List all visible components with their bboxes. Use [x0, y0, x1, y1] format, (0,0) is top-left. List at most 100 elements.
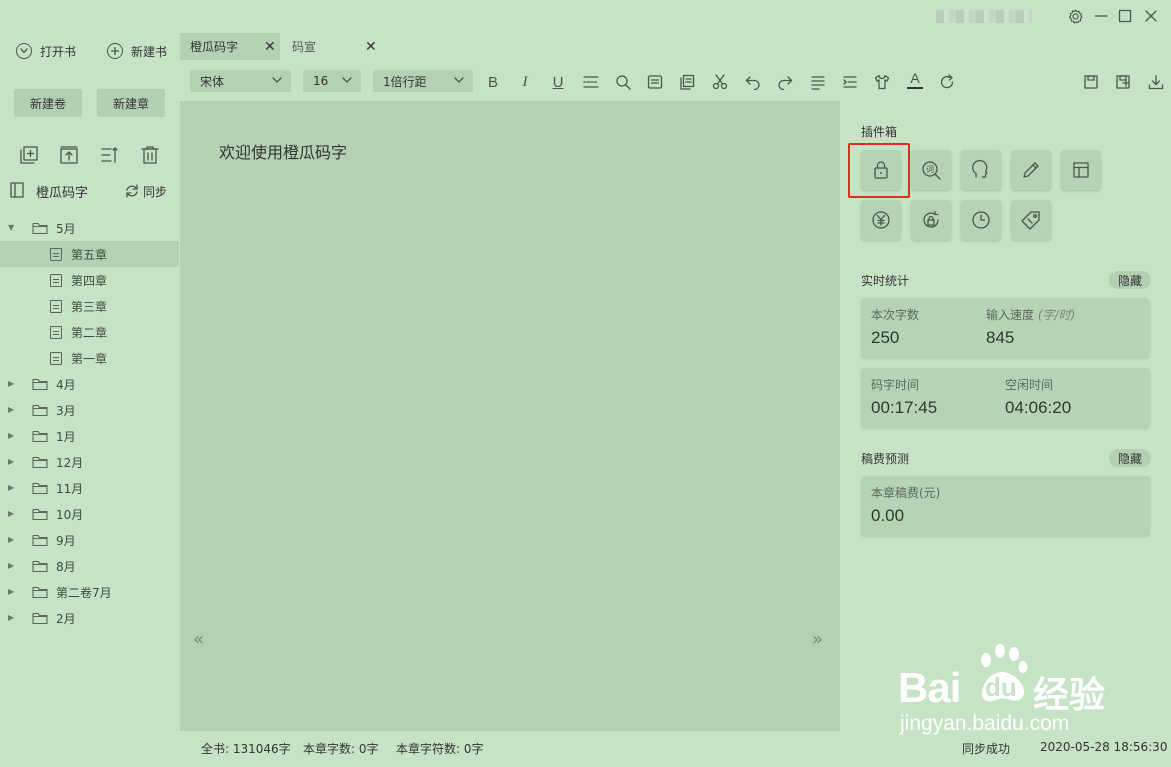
close-icon[interactable] — [1141, 6, 1161, 26]
copy-icon[interactable] — [678, 73, 696, 91]
tree-folder[interactable]: ▶ 11月 — [0, 475, 179, 501]
editor-area[interactable]: 欢迎使用橙瓜码字 « » — [180, 101, 840, 731]
clock-plugin-button[interactable] — [961, 200, 1001, 240]
tree-folder[interactable]: ▶ 10月 — [0, 501, 179, 527]
document-icon — [50, 299, 62, 313]
plugin-box-title: 插件箱 — [861, 125, 898, 139]
settings-icon[interactable] — [1065, 6, 1085, 26]
note-icon[interactable] — [646, 73, 664, 91]
next-page-button[interactable]: » — [812, 629, 823, 650]
prev-page-button[interactable]: « — [193, 629, 204, 650]
pen-plugin-button[interactable] — [1011, 150, 1051, 190]
caret-right-icon[interactable]: ▶ — [8, 588, 16, 596]
trash-icon[interactable] — [140, 145, 160, 165]
chevron-down-icon — [16, 43, 32, 59]
save-icon[interactable] — [1082, 73, 1100, 91]
sync-status: 同步成功 — [962, 742, 1011, 756]
strikethrough-icon[interactable] — [582, 73, 600, 91]
minimize-icon[interactable] — [1091, 6, 1111, 26]
caret-right-icon[interactable]: ▶ — [8, 458, 16, 466]
tree-chapter[interactable]: 第五章 — [0, 241, 179, 267]
chapter-char-count: 本章字符数: 0字 — [396, 742, 484, 756]
tree-folder[interactable]: ▶ 3月 — [0, 397, 179, 423]
caret-right-icon[interactable]: ▶ — [8, 406, 16, 414]
italic-icon[interactable]: I — [516, 73, 534, 91]
caret-right-icon[interactable]: ▶ — [8, 562, 16, 570]
new-book-button[interactable]: 新建书 — [107, 40, 167, 62]
tab-chengua[interactable]: 橙瓜码字 ✕ — [180, 33, 280, 60]
tree-chapter-label: 第二章 — [71, 325, 108, 340]
line-spacing-select[interactable]: 1倍行距 — [373, 70, 473, 92]
caret-right-icon[interactable]: ▶ — [8, 614, 16, 622]
download-icon[interactable] — [1147, 73, 1165, 91]
tree-folder-label: 4月 — [56, 377, 76, 392]
tree-folder[interactable]: ▶ 9月 — [0, 527, 179, 553]
tree-folder[interactable]: ▶ 4月 — [0, 371, 179, 397]
undo-icon[interactable] — [744, 73, 762, 91]
caret-right-icon[interactable]: ▶ — [8, 510, 16, 518]
tree-chapter[interactable]: 第一章 — [0, 345, 179, 371]
tree-chapter-label: 第四章 — [71, 273, 108, 288]
caret-right-icon[interactable]: ▶ — [8, 380, 16, 388]
font-size-select[interactable]: 16 — [303, 70, 361, 92]
move-up-icon[interactable] — [59, 145, 79, 165]
folder-icon — [32, 482, 48, 494]
search-icon[interactable] — [614, 73, 632, 91]
tree-folder[interactable]: ▶ 12月 — [0, 449, 179, 475]
align-icon[interactable] — [809, 73, 827, 91]
new-chapter-button[interactable]: 新建章 — [97, 89, 165, 117]
sync-icon — [126, 184, 138, 198]
refresh-icon[interactable] — [938, 73, 956, 91]
redo-icon[interactable] — [776, 73, 794, 91]
hide-fee-button[interactable]: 隐藏 — [1109, 449, 1151, 467]
tab-maxuan[interactable]: 码宣 ✕ — [280, 33, 380, 60]
caret-right-icon[interactable]: ▶ — [8, 536, 16, 544]
tree-folder[interactable]: ▼ 5月 — [0, 215, 179, 241]
new-volume-button[interactable]: 新建卷 — [14, 89, 82, 117]
document-icon — [50, 351, 62, 365]
layout-plugin-button[interactable] — [1061, 150, 1101, 190]
word-search-plugin-button[interactable]: 词 — [911, 150, 951, 190]
hide-stats-button[interactable]: 隐藏 — [1109, 271, 1151, 289]
folder-icon — [32, 456, 48, 468]
caret-right-icon[interactable]: ▶ — [8, 484, 16, 492]
tree-chapter[interactable]: 第四章 — [0, 267, 179, 293]
sort-icon[interactable] — [100, 145, 120, 165]
tree-folder[interactable]: ▶ 2月 — [0, 605, 179, 631]
add-item-icon[interactable] — [19, 145, 39, 165]
fee-forecast-title: 稿费预测 — [861, 452, 910, 466]
save-as-icon[interactable] — [1114, 73, 1132, 91]
maximize-icon[interactable] — [1115, 6, 1135, 26]
tree-folder[interactable]: ▶ 1月 — [0, 423, 179, 449]
yuan-plugin-button[interactable] — [861, 200, 901, 240]
book-title: 橙瓜码字 — [36, 185, 89, 201]
layout-icon — [1073, 162, 1089, 178]
underline-icon[interactable]: U — [549, 73, 567, 91]
close-icon[interactable]: ✕ — [264, 40, 276, 54]
lock-cycle-plugin-button[interactable] — [911, 200, 951, 240]
tree-chapter[interactable]: 第三章 — [0, 293, 179, 319]
font-color-icon[interactable]: A — [906, 71, 924, 89]
tag-plugin-button[interactable] — [1011, 200, 1051, 240]
tree-chapter[interactable]: 第二章 — [0, 319, 179, 345]
caret-right-icon[interactable]: ▶ — [8, 432, 16, 440]
shirt-icon[interactable] — [873, 73, 891, 91]
bold-icon[interactable]: B — [484, 73, 502, 91]
caret-down-icon[interactable]: ▼ — [8, 224, 16, 232]
status-datetime: 2020-05-28 18:56:30 — [1040, 740, 1168, 754]
font-select[interactable]: 宋体 — [190, 70, 291, 92]
speed-value: 845 — [986, 328, 1015, 347]
tree-folder[interactable]: ▶ 第二卷7月 — [0, 579, 179, 605]
lock-cycle-icon — [923, 210, 939, 228]
sync-button[interactable]: 同步 — [124, 183, 167, 200]
close-icon[interactable]: ✕ — [365, 40, 377, 54]
inspiration-plugin-button[interactable] — [961, 150, 1001, 190]
tree-folder[interactable]: ▶ 8月 — [0, 553, 179, 579]
indent-icon[interactable] — [841, 73, 859, 91]
pencil-icon — [1023, 162, 1039, 178]
open-book-button[interactable]: 打开书 — [16, 40, 76, 62]
tree-chapter-label: 第三章 — [71, 299, 108, 314]
new-book-label: 新建书 — [131, 44, 168, 59]
folder-icon — [32, 560, 48, 572]
cut-icon[interactable] — [711, 73, 729, 91]
